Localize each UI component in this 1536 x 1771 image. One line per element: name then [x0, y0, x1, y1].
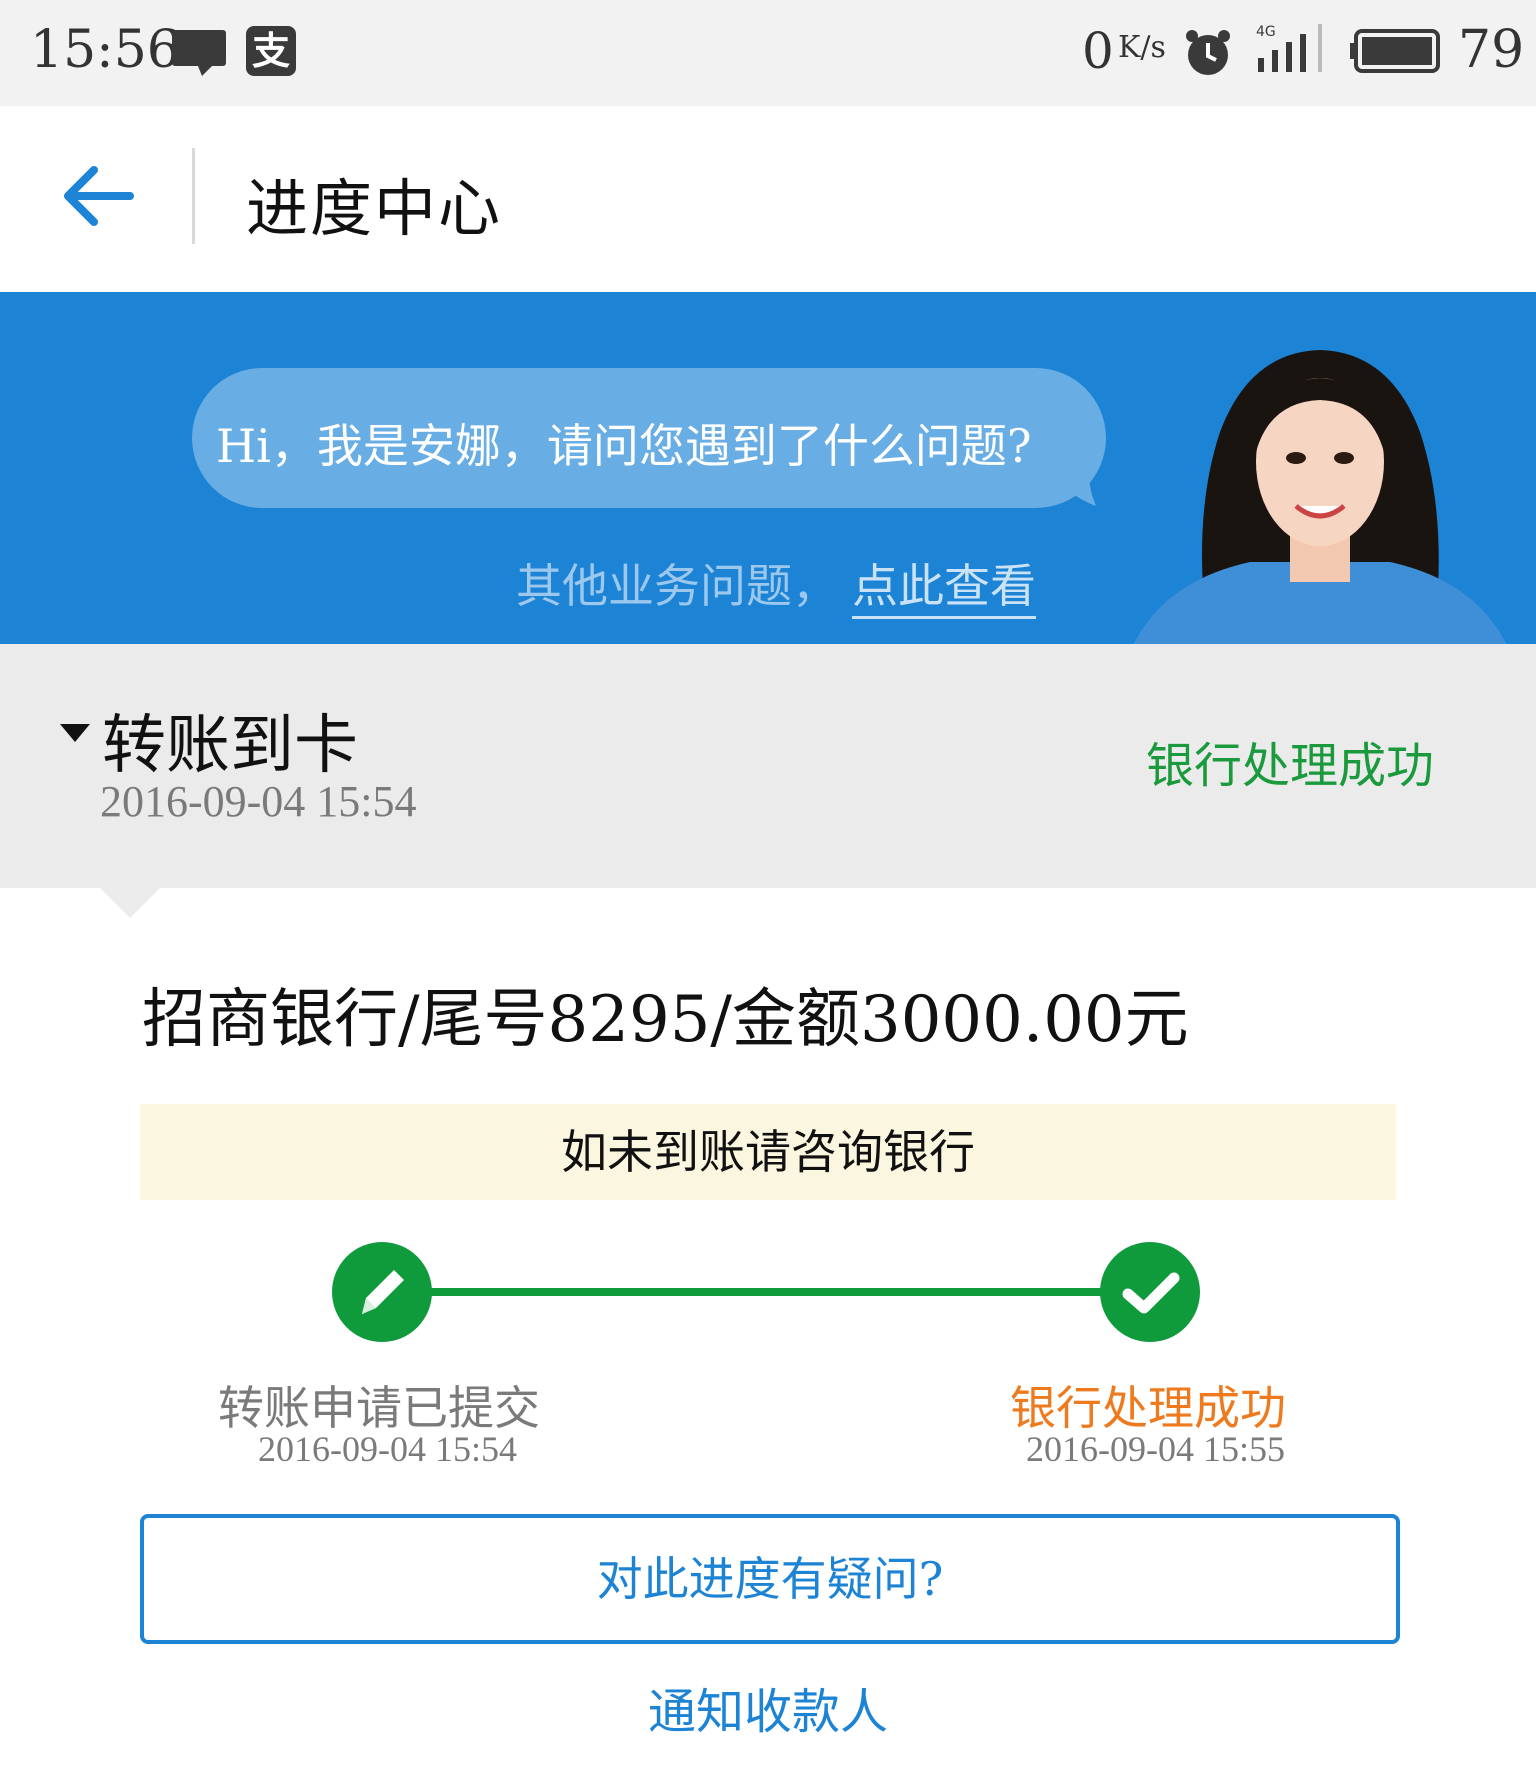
back-arrow-icon[interactable]	[60, 156, 136, 236]
step-2-time: 2016-09-04 15:55	[1026, 1429, 1285, 1469]
notice-banner: 如未到账请咨询银行	[140, 1104, 1396, 1200]
transfer-type: 转账到卡	[102, 709, 358, 783]
question-progress-button[interactable]: 对此进度有疑问?	[140, 1514, 1400, 1644]
net-speed-unit: K/s	[1118, 30, 1166, 65]
alipay-icon: 支	[246, 26, 296, 76]
caret-down-icon	[60, 724, 90, 746]
transfer-summary[interactable]: 转账到卡 2016-09-04 15:54 银行处理成功	[0, 644, 1536, 888]
chat-bubble-tail	[1060, 462, 1096, 512]
other-questions-label: 其他业务问题，	[516, 559, 838, 613]
progress-line	[382, 1288, 1102, 1296]
notify-payee-link[interactable]: 通知收款人	[0, 1672, 1536, 1742]
other-questions-link[interactable]: 点此查看	[852, 550, 1036, 619]
battery-icon	[1350, 28, 1442, 78]
transfer-detail: 招商银行/尾号8295/金额3000.00元	[142, 983, 1189, 1057]
assistant-banner: Hi，我是安娜，请问您遇到了什么问题? 其他业务问题， 点此查看	[0, 292, 1536, 644]
header-divider	[192, 148, 195, 244]
status-time: 15:56	[30, 20, 180, 80]
assistant-avatar	[1120, 322, 1520, 644]
assistant-greeting: Hi，我是安娜，请问您遇到了什么问题?	[216, 419, 1032, 473]
alarm-icon	[1183, 28, 1233, 82]
transfer-status: 银行处理成功	[1146, 738, 1435, 794]
page-title: 进度中心	[246, 172, 503, 245]
check-icon	[1100, 1242, 1200, 1342]
transfer-time: 2016-09-04 15:54	[100, 777, 417, 826]
message-icon	[172, 30, 226, 80]
battery-percent: 79	[1458, 20, 1525, 80]
status-bar: 15:56 支 0 K/s 4G 79	[0, 0, 1536, 106]
step-1-time: 2016-09-04 15:54	[258, 1429, 517, 1469]
network-type-label: 4G	[1256, 24, 1276, 40]
app-header: 进度中心	[0, 106, 1536, 292]
pencil-icon	[332, 1242, 432, 1342]
signal-icon: 4G	[1256, 22, 1328, 78]
summary-pointer	[100, 888, 160, 918]
net-speed: 0	[1082, 22, 1114, 80]
